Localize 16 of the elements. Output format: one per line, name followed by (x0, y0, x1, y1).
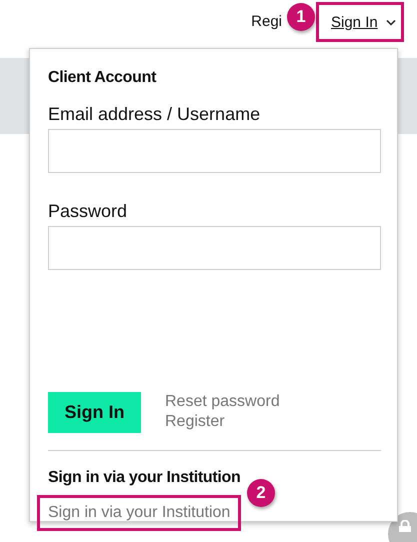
field-label: Password (48, 201, 128, 222)
input-field[interactable] (48, 129, 381, 173)
institution-link[interactable]: Sign in via your Institution (37, 495, 242, 531)
lock-icon (398, 520, 412, 532)
chevron-icon (386, 18, 396, 26)
text-link[interactable]: Reset password (165, 392, 280, 412)
sign-in-menu-button[interactable]: Sign In (316, 2, 404, 42)
header-link[interactable]: Regi (251, 13, 282, 30)
callout-badge: 1 (287, 3, 315, 31)
sign-in-button[interactable]: Sign In (48, 392, 141, 433)
section-title: Client Account (48, 69, 158, 87)
field-label: Email address / Username (48, 104, 262, 125)
text-link[interactable]: Register (165, 412, 280, 432)
callout-badge: 2 (247, 479, 275, 507)
section-title: Sign in via your Institution (48, 469, 242, 487)
input-field[interactable] (48, 226, 381, 270)
